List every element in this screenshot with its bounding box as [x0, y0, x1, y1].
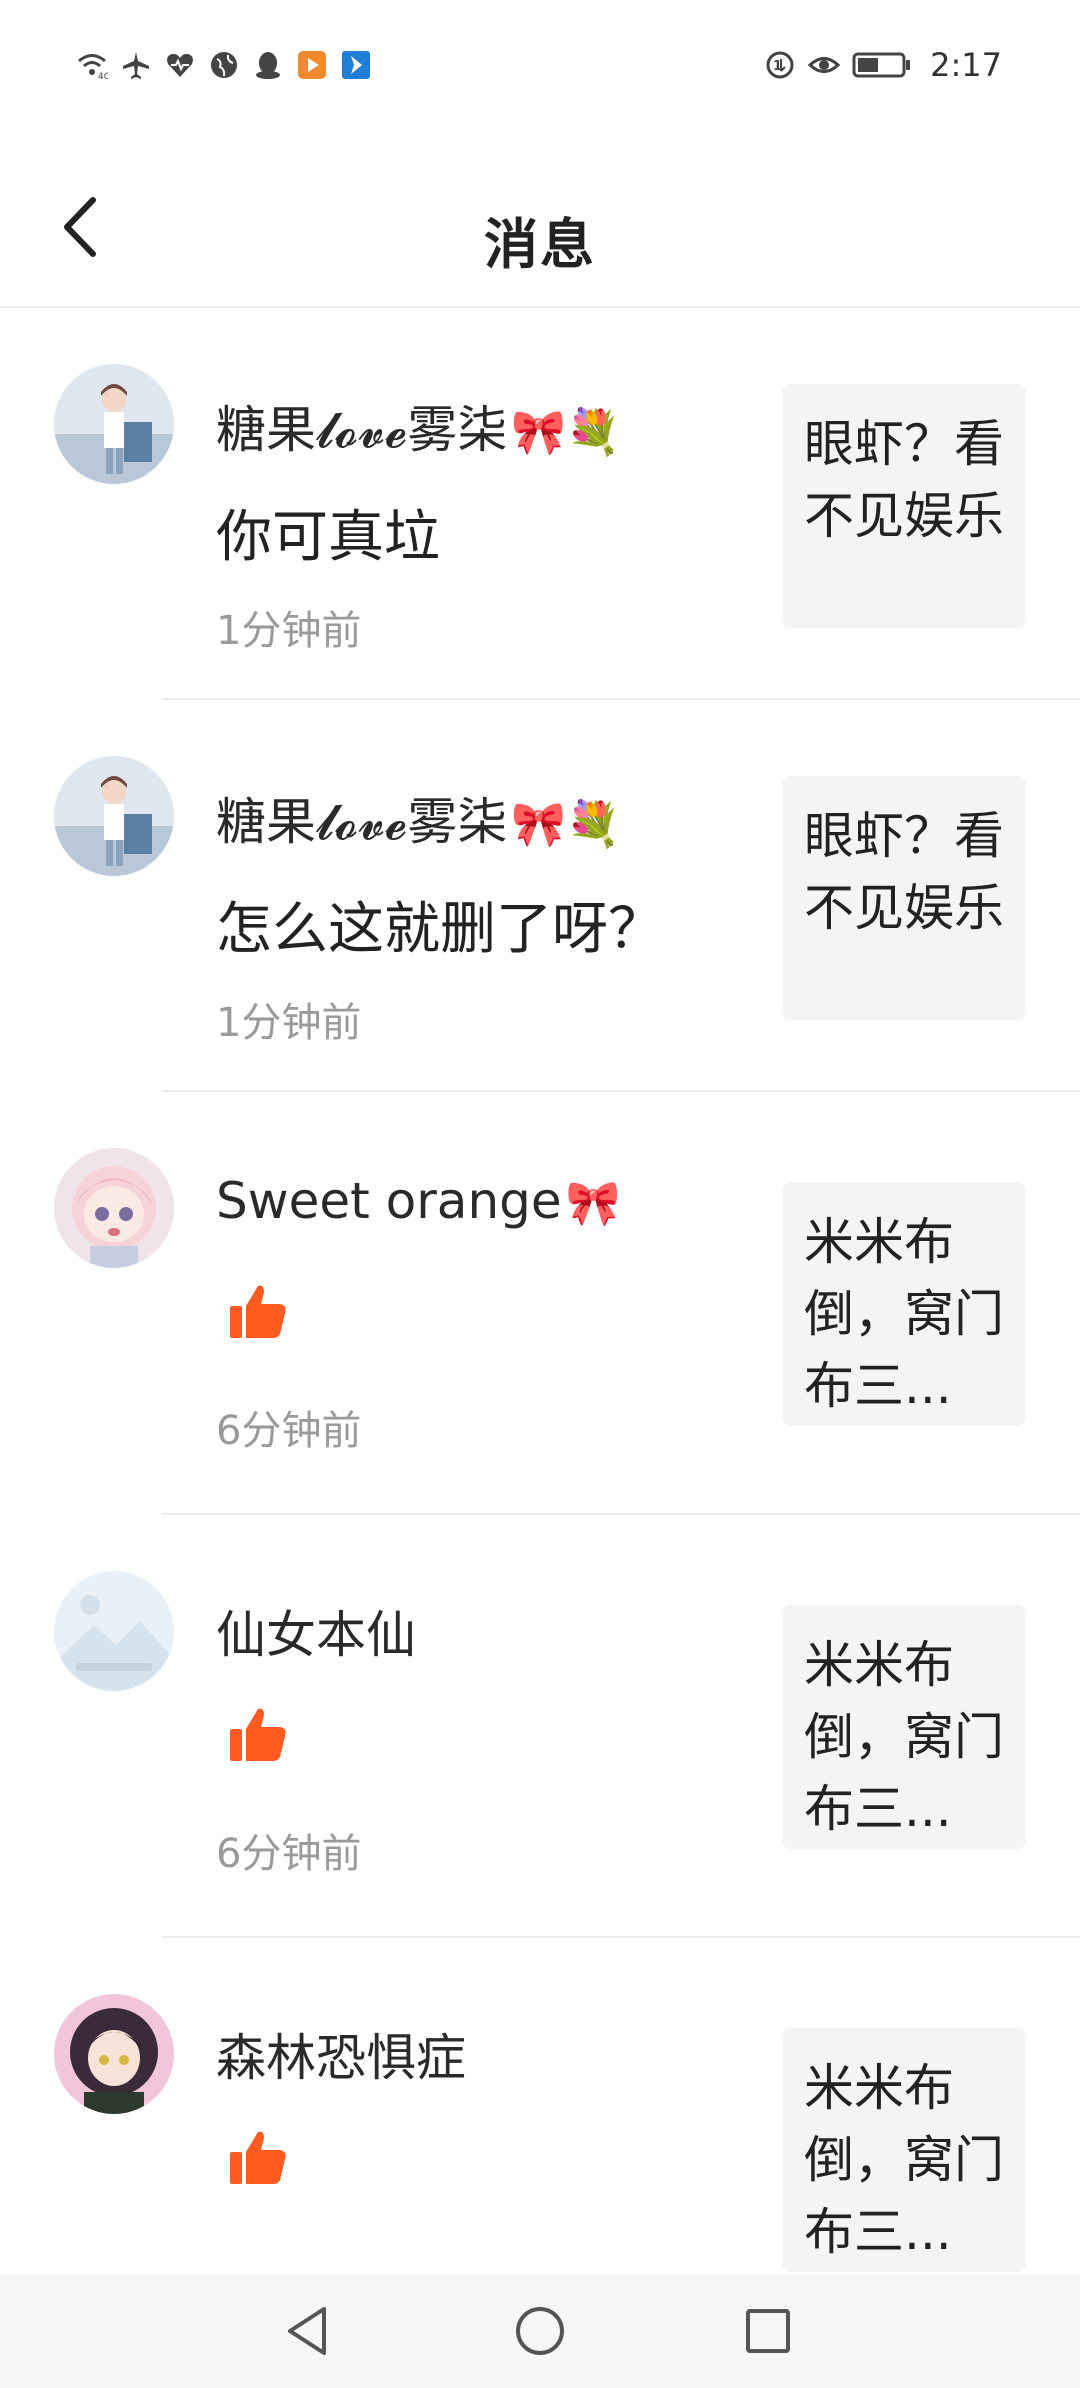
user-avatar[interactable] — [54, 1571, 174, 1691]
heart-rate-icon — [164, 49, 196, 81]
svg-text:4G: 4G — [98, 72, 108, 81]
wifi-icon: 4G — [76, 49, 108, 81]
status-icons-left: 4G — [76, 49, 372, 81]
post-thumbnail[interactable]: 眼虾？看不见娱乐 — [782, 776, 1026, 1020]
status-time: 2:17 — [930, 46, 1002, 84]
nickname-text: 糖果𝓵𝓸𝓿𝓮雾柒 — [216, 793, 508, 851]
nickname-text: 森林恐惧症 — [216, 2029, 466, 2087]
qq-icon — [252, 49, 284, 81]
eye-icon — [808, 49, 841, 81]
message-time: 1分钟前 — [216, 1000, 362, 1046]
message-item[interactable]: 糖果𝓵𝓸𝓿𝓮雾柒🎀💐 你可真垃 1分钟前 眼虾？看不见娱乐 — [0, 308, 1080, 700]
message-time: 1分钟前 — [216, 608, 362, 654]
post-thumbnail-text: 眼虾？看不见娱乐 — [804, 807, 1004, 937]
user-nickname: 糖果𝓵𝓸𝓿𝓮雾柒🎀💐 — [216, 390, 621, 462]
page-title: 消息 — [484, 213, 596, 276]
message-item[interactable]: Sweet orange🎀 6分钟前 米米布倒，窝门布三... — [0, 1092, 1080, 1515]
user-avatar[interactable] — [54, 756, 174, 876]
message-item[interactable]: 森林恐惧症 米米布倒，窝门布三... — [0, 1938, 1080, 2272]
nickname-text: Sweet orange — [216, 1172, 562, 1230]
message-time: 6分钟前 — [216, 1831, 362, 1877]
user-nickname: 仙女本仙 — [216, 1595, 420, 1667]
nickname-emoji: 🎀 — [565, 1178, 621, 1229]
nickname-emoji: 🎀💐 — [511, 407, 621, 458]
post-thumbnail[interactable]: 米米布倒，窝门布三... — [782, 1605, 1026, 1849]
post-thumbnail-text: 米米布倒，窝门布三... — [804, 1213, 1004, 1415]
recents-square-icon — [746, 2309, 790, 2353]
post-thumbnail-text: 眼虾？看不见娱乐 — [804, 415, 1004, 545]
message-time: 6分钟前 — [216, 1408, 362, 1454]
nav-recents-button[interactable] — [738, 2301, 798, 2361]
user-nickname: 糖果𝓵𝓸𝓿𝓮雾柒🎀💐 — [216, 782, 621, 854]
anime-boy-avatar — [54, 756, 174, 876]
user-nickname: 森林恐惧症 — [216, 2018, 470, 2090]
post-thumbnail[interactable]: 眼虾？看不见娱乐 — [782, 384, 1026, 628]
back-triangle-icon — [288, 2307, 326, 2355]
nickname-text: 仙女本仙 — [216, 1606, 416, 1664]
nickname-text: 糖果𝓵𝓸𝓿𝓮雾柒 — [216, 401, 508, 459]
battery-icon — [852, 49, 912, 81]
anime-boy-avatar — [54, 364, 174, 484]
nickname-emoji: 🎀💐 — [511, 799, 621, 850]
comment-text: 你可真垃 — [216, 505, 440, 570]
comment-text: 怎么这就删了呀？ — [216, 897, 664, 962]
app-header: 消息 — [0, 130, 1080, 308]
user-avatar[interactable] — [54, 364, 174, 484]
post-thumbnail[interactable]: 米米布倒，窝门布三... — [782, 2028, 1026, 2272]
user-nickname: Sweet orange🎀 — [216, 1172, 620, 1230]
message-item[interactable]: 仙女本仙 6分钟前 米米布倒，窝门布三... — [0, 1515, 1080, 1938]
status-icons-right: 1 2:17 — [764, 46, 1002, 84]
airplane-mode-icon — [120, 49, 152, 81]
system-nav-bar — [0, 2274, 1080, 2388]
post-thumbnail[interactable]: 米米布倒，窝门布三... — [782, 1182, 1026, 1426]
user-avatar[interactable] — [54, 1148, 174, 1268]
post-thumbnail-text: 米米布倒，窝门布三... — [804, 2059, 1004, 2261]
post-thumbnail-text: 米米布倒，窝门布三... — [804, 1636, 1004, 1838]
data-saver-icon: 1 — [764, 49, 796, 81]
placeholder-landscape-avatar — [54, 1571, 174, 1691]
thumbs-up-icon — [226, 1280, 290, 1344]
status-bar: 4G 1 2:17 — [0, 0, 1080, 130]
anime-girl-pink-avatar — [54, 1148, 174, 1268]
message-list: 糖果𝓵𝓸𝓿𝓮雾柒🎀💐 你可真垃 1分钟前 眼虾？看不见娱乐 糖果𝓵𝓸𝓿𝓮雾柒� — [0, 308, 1080, 2272]
thumbs-up-icon — [226, 1703, 290, 1767]
video-app-icon — [296, 49, 328, 81]
nav-back-button[interactable] — [278, 2301, 338, 2361]
anime-girl-dark-avatar — [54, 1994, 174, 2114]
thumbs-up-icon — [226, 2126, 290, 2190]
user-avatar[interactable] — [54, 1994, 174, 2114]
message-item[interactable]: 糖果𝓵𝓸𝓿𝓮雾柒🎀💐 怎么这就删了呀？ 1分钟前 眼虾？看不见娱乐 — [0, 700, 1080, 1092]
nav-home-button[interactable] — [510, 2301, 570, 2361]
globe-icon — [208, 49, 240, 81]
app-arrow-icon — [340, 49, 372, 81]
home-circle-icon — [516, 2307, 564, 2355]
